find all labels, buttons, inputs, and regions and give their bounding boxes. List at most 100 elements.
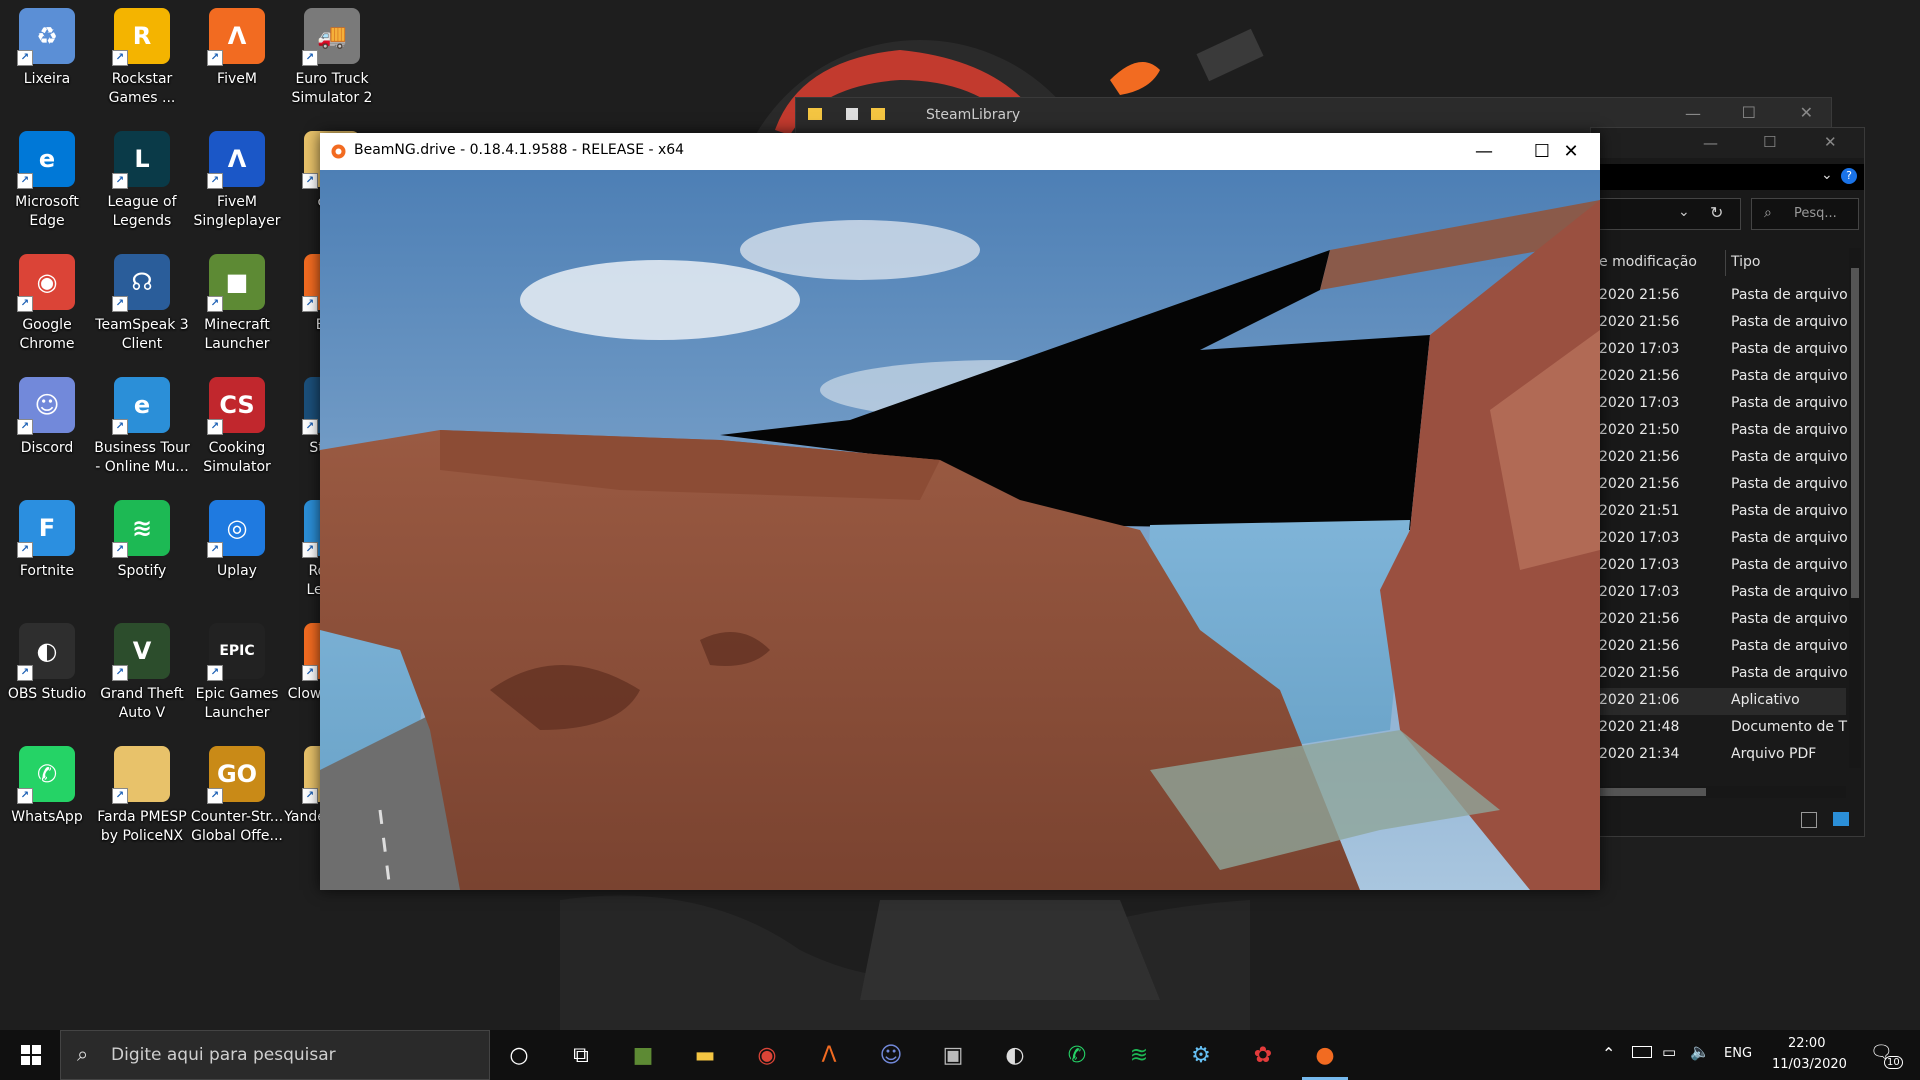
- details-view-icon[interactable]: [1801, 812, 1817, 828]
- battery-icon[interactable]: [1632, 1046, 1652, 1058]
- file-row[interactable]: 2020 21:56 Pasta de arquivo: [1591, 445, 1848, 472]
- file-row[interactable]: 2020 21:56 Pasta de arquivo: [1591, 661, 1848, 688]
- taskbar-app-truck[interactable]: ▣: [924, 1030, 982, 1080]
- file-row[interactable]: 2020 21:56 Pasta de arquivo: [1591, 310, 1848, 337]
- minimize-button[interactable]: —: [1703, 134, 1718, 152]
- desktop-icon[interactable]: e ↗ Microsoft Edge: [0, 125, 94, 245]
- taskbar-app-obs[interactable]: ◐: [986, 1030, 1044, 1080]
- close-button[interactable]: ✕: [1824, 133, 1837, 151]
- file-row[interactable]: 2020 17:03 Pasta de arquivo: [1591, 553, 1848, 580]
- column-header-type[interactable]: Tipo: [1731, 254, 1760, 270]
- beamng-window[interactable]: BeamNG.drive - 0.18.4.1.9588 - RELEASE -…: [320, 133, 1600, 890]
- file-row[interactable]: 2020 17:03 Pasta de arquivo: [1591, 526, 1848, 553]
- clock-time[interactable]: 22:00: [1788, 1036, 1825, 1051]
- vertical-scrollbar[interactable]: [1849, 248, 1861, 768]
- chevron-down-icon[interactable]: ⌄: [1678, 204, 1690, 220]
- desktop-icon-label: Farda PMESP by PoliceNX: [97, 809, 187, 844]
- desktop-icon[interactable]: ◎ ↗ Uplay: [190, 494, 284, 614]
- chevron-down-icon[interactable]: ⌄: [1821, 167, 1833, 183]
- desktop-icon[interactable]: ◐ ↗ OBS Studio: [0, 617, 94, 737]
- file-row[interactable]: 2020 21:56 Pasta de arquivo: [1591, 634, 1848, 661]
- taskbar-app-spotify[interactable]: ≋: [1110, 1030, 1168, 1080]
- explorer-window-front[interactable]: — ☐ ✕ ⌄ ? ⌄ ↻ ⌕ Pesq... e modificação Ti…: [1590, 127, 1865, 837]
- file-row[interactable]: 2020 17:03 Pasta de arquivo: [1591, 337, 1848, 364]
- scrollbar-thumb[interactable]: [1851, 268, 1859, 598]
- network-icon[interactable]: ▭: [1662, 1043, 1676, 1061]
- close-button[interactable]: ✕: [1542, 133, 1600, 170]
- taskbar-search[interactable]: ⌕ Digite aqui para pesquisar: [60, 1030, 490, 1080]
- desktop-icon[interactable]: e ↗ Business Tour - Online Mu...: [94, 371, 190, 491]
- file-row[interactable]: 2020 17:03 Pasta de arquivo: [1591, 580, 1848, 607]
- desktop-icon[interactable]: ↗ Farda PMESP by PoliceNX: [95, 740, 189, 860]
- desktop-icon[interactable]: ■ ↗ Minecraft Launcher: [190, 248, 284, 368]
- taskbar-app-fivem[interactable]: Λ: [800, 1030, 858, 1080]
- file-date: 2020 21:34: [1599, 746, 1680, 762]
- horizontal-scrollbar[interactable]: [1591, 786, 1846, 798]
- desktop-icon[interactable]: ☊ ↗ TeamSpeak 3 Client: [95, 248, 189, 368]
- file-row[interactable]: 2020 21:48 Documento de T: [1591, 715, 1847, 742]
- desktop-icon[interactable]: ☺ ↗ Discord: [0, 371, 94, 491]
- taskbar-app-minecraft[interactable]: ■: [614, 1030, 672, 1080]
- file-explorer-icon: ▬: [694, 1042, 716, 1068]
- file-row[interactable]: 2020 21:56 Pasta de arquivo: [1591, 283, 1848, 310]
- game-viewport[interactable]: [320, 170, 1600, 890]
- folder-icon: ↗: [112, 746, 170, 804]
- minimize-button[interactable]: —: [1455, 133, 1513, 170]
- file-row[interactable]: 2020 21:50 Pasta de arquivo: [1591, 418, 1848, 445]
- title-bar[interactable]: BeamNG.drive - 0.18.4.1.9588 - RELEASE -…: [320, 133, 1600, 170]
- desktop-icon[interactable]: EPIC ↗ Epic Games Launcher: [190, 617, 284, 737]
- desktop-icon[interactable]: L ↗ League of Legends: [95, 125, 189, 245]
- close-button[interactable]: ✕: [1800, 103, 1813, 122]
- column-header-date[interactable]: e modificação: [1599, 254, 1697, 270]
- folder-icon: [871, 108, 885, 120]
- file-date: 2020 17:03: [1599, 584, 1680, 600]
- file-row[interactable]: 2020 21:34 Arquivo PDF: [1591, 742, 1846, 769]
- help-icon[interactable]: ?: [1841, 168, 1857, 184]
- minimize-button[interactable]: —: [1685, 104, 1701, 123]
- taskbar-app-steam[interactable]: ⚙: [1172, 1030, 1230, 1080]
- taskbar-app-cooking[interactable]: ✿: [1234, 1030, 1292, 1080]
- file-row[interactable]: 2020 21:06 Aplicativo: [1591, 688, 1846, 715]
- desktop-icon[interactable]: R ↗ Rockstar Games ...: [95, 2, 189, 122]
- scrollbar-thumb[interactable]: [1591, 788, 1706, 796]
- taskbar-app-discord[interactable]: ☺: [862, 1030, 920, 1080]
- taskbar-app-cortana[interactable]: ○: [490, 1030, 548, 1080]
- file-row[interactable]: 2020 21:56 Pasta de arquivo: [1591, 472, 1848, 499]
- start-button[interactable]: [2, 1030, 60, 1080]
- taskbar-app-whatsapp[interactable]: ✆: [1048, 1030, 1106, 1080]
- volume-icon[interactable]: 🔈: [1690, 1042, 1710, 1061]
- shortcut-arrow-icon: ↗: [207, 173, 223, 189]
- desktop-icon[interactable]: 🚚 ↗ Euro Truck Simulator 2: [285, 2, 379, 122]
- refresh-icon[interactable]: ↻: [1710, 203, 1723, 222]
- desktop-icon[interactable]: ✆ ↗ WhatsApp: [0, 740, 94, 860]
- desktop-icon[interactable]: ≋ ↗ Spotify: [95, 494, 189, 614]
- desktop-icon[interactable]: Λ ↗ FiveM: [190, 2, 284, 122]
- file-row[interactable]: 2020 21:51 Pasta de arquivo: [1591, 499, 1848, 526]
- taskbar-app-file-explorer[interactable]: ▬: [676, 1030, 734, 1080]
- desktop-icon[interactable]: ♻ ↗ Lixeira: [0, 2, 94, 122]
- search-box[interactable]: ⌕ Pesq...: [1751, 198, 1859, 230]
- desktop-icon[interactable]: V ↗ Grand Theft Auto V: [95, 617, 189, 737]
- chevron-up-icon[interactable]: ⌃: [1602, 1044, 1615, 1063]
- address-bar[interactable]: ⌄ ↻: [1591, 198, 1741, 230]
- file-row[interactable]: 2020 21:56 Pasta de arquivo: [1591, 607, 1848, 634]
- desktop-icon[interactable]: ◉ ↗ Google Chrome: [0, 248, 94, 368]
- shortcut-arrow-icon: ↗: [302, 419, 318, 435]
- taskbar-app-chrome[interactable]: ◉: [738, 1030, 796, 1080]
- file-row[interactable]: 2020 17:03 Pasta de arquivo: [1591, 391, 1848, 418]
- search-placeholder: Digite aqui para pesquisar: [111, 1045, 336, 1065]
- file-date: 2020 17:03: [1599, 557, 1680, 573]
- desktop-icon[interactable]: CS ↗ Cooking Simulator: [190, 371, 284, 491]
- desktop-icon[interactable]: Λ ↗ FiveM Singleplayer: [190, 125, 284, 245]
- clock-date[interactable]: 11/03/2020: [1772, 1057, 1847, 1072]
- file-row[interactable]: 2020 21:56 Pasta de arquivo: [1591, 364, 1848, 391]
- desktop-icon[interactable]: F ↗ Fortnite: [0, 494, 94, 614]
- language-indicator[interactable]: ENG: [1724, 1046, 1752, 1061]
- taskbar-app-task-view[interactable]: ⧉: [552, 1030, 610, 1080]
- large-icons-view-icon[interactable]: [1833, 812, 1849, 826]
- maximize-button[interactable]: ☐: [1742, 103, 1756, 122]
- edge-icon: e ↗: [17, 131, 75, 189]
- desktop-icon[interactable]: GO ↗ Counter-Str... Global Offe...: [190, 740, 284, 860]
- maximize-button[interactable]: ☐: [1763, 133, 1776, 151]
- taskbar-app-beamng[interactable]: ●: [1296, 1030, 1354, 1080]
